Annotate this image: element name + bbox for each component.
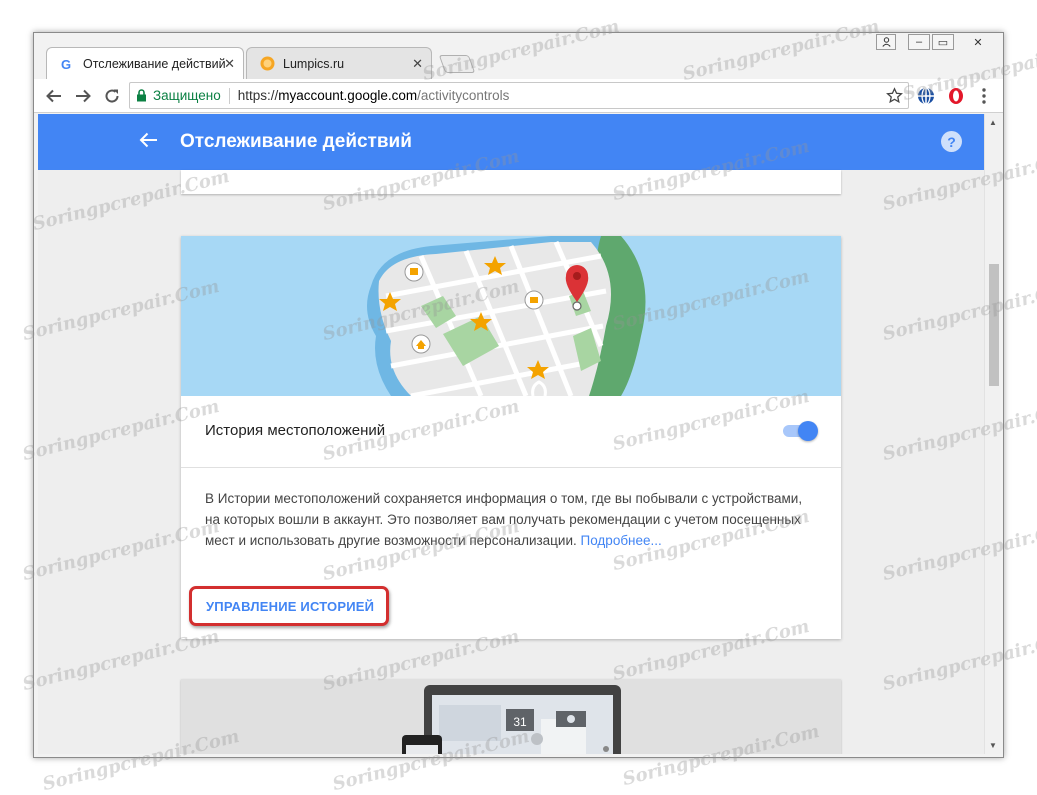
toggle-thumb: [798, 421, 818, 441]
back-arrow-icon[interactable]: [138, 130, 158, 156]
menu-kebab-icon[interactable]: [972, 84, 996, 108]
new-tab-button[interactable]: [438, 55, 476, 73]
help-icon[interactable]: ?: [941, 131, 962, 152]
tab-close-icon[interactable]: ✕: [224, 56, 235, 72]
divider: [228, 87, 230, 104]
setting-description: В Истории местоположений сохраняется инф…: [205, 488, 805, 551]
tab-close-icon[interactable]: ✕: [412, 56, 423, 72]
user-icon[interactable]: [876, 34, 896, 50]
setting-label: История местоположений: [205, 422, 386, 439]
reload-icon[interactable]: [100, 84, 124, 108]
description-text: В Истории местоположений сохраняется инф…: [205, 491, 803, 548]
location-history-toggle[interactable]: [781, 420, 819, 442]
url-path: /activitycontrols: [417, 88, 510, 103]
page-content: Отслеживание действий ? История местопол…: [38, 114, 984, 754]
maximize-button[interactable]: ▭: [932, 34, 954, 50]
secure-label: Защищено: [153, 88, 221, 103]
app-header: Отслеживание действий ?: [38, 114, 984, 170]
tab-activity-controls[interactable]: G Отслеживание действий ✕: [46, 47, 244, 79]
back-arrow-icon[interactable]: [42, 84, 66, 108]
device-info-card: 31: [181, 679, 841, 754]
scroll-down-arrow-icon[interactable]: ▼: [989, 741, 997, 750]
map-illustration: [181, 236, 841, 396]
address-bar[interactable]: Защищено https://myaccount.google.com/ac…: [129, 82, 909, 109]
tab-title: Lumpics.ru: [283, 56, 345, 71]
bookmark-star-icon[interactable]: [886, 87, 903, 107]
extension-globe-icon[interactable]: [914, 84, 938, 108]
google-g-icon: G: [59, 56, 75, 72]
previous-card: [181, 170, 841, 194]
url-host: myaccount.google.com: [278, 88, 418, 103]
url-scheme: https://: [237, 88, 279, 103]
tab-title: Отслеживание действий: [83, 56, 226, 71]
minimize-button[interactable]: –: [908, 34, 930, 50]
learn-more-link[interactable]: Подробнее...: [581, 533, 662, 548]
opera-vpn-icon[interactable]: [944, 84, 968, 108]
calendar-day: 31: [513, 715, 527, 729]
lumpics-orange-icon: [259, 56, 275, 72]
svg-text:G: G: [61, 57, 71, 71]
manage-history-button[interactable]: УПРАВЛЕНИЕ ИСТОРИЕЙ: [189, 586, 389, 626]
browser-toolbar: Защищено https://myaccount.google.com/ac…: [34, 79, 1003, 113]
title-bar: – ▭ ✕ G Отслеживание действий ✕ Lumpics.…: [34, 33, 1003, 79]
page-title: Отслеживание действий: [180, 131, 412, 152]
close-window-button[interactable]: ✕: [956, 34, 1000, 50]
scroll-up-arrow-icon[interactable]: ▲: [989, 118, 997, 127]
vertical-scrollbar[interactable]: ▲ ▼: [984, 114, 1001, 754]
scroll-thumb[interactable]: [989, 264, 999, 386]
lock-icon: [136, 89, 147, 102]
tab-lumpics[interactable]: Lumpics.ru ✕: [246, 47, 432, 79]
forward-arrow-icon[interactable]: [71, 84, 95, 108]
location-history-card: История местоположений В Истории местопо…: [181, 236, 841, 639]
browser-window: – ▭ ✕ G Отслеживание действий ✕ Lumpics.…: [33, 32, 1004, 758]
location-history-setting: История местоположений: [181, 396, 841, 468]
